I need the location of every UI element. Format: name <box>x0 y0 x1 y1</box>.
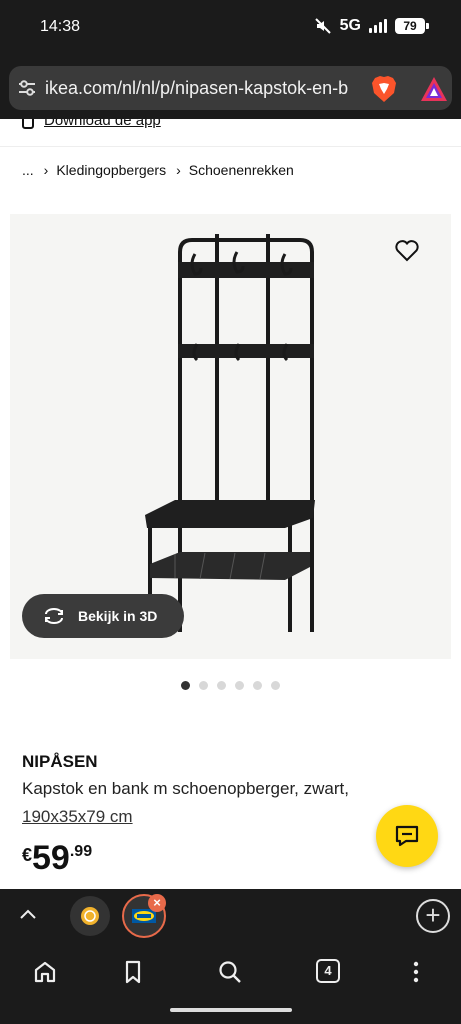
address-bar[interactable]: ikea.com/nl/nl/p/nipasen-kapstok-en-b <box>9 66 452 110</box>
view-3d-label: Bekijk in 3D <box>78 608 158 624</box>
web-page: Download de app ... › Kledingopbergers ›… <box>0 119 461 889</box>
price-currency: € <box>22 845 33 865</box>
product-name: NIPÅSEN <box>22 752 98 771</box>
price-integer: 59 <box>32 839 70 877</box>
favorite-heart-icon[interactable] <box>394 239 420 263</box>
chat-icon <box>395 825 419 847</box>
phone-icon <box>22 119 34 129</box>
coin-icon <box>81 907 99 925</box>
tab-strip: × + <box>0 889 461 944</box>
divider <box>0 146 461 147</box>
breadcrumb-more[interactable]: ... <box>22 162 34 178</box>
brave-shields-icon[interactable] <box>371 75 397 103</box>
chevron-up-icon[interactable] <box>18 906 38 922</box>
pagination-dot[interactable] <box>253 681 262 690</box>
new-tab-plus-icon[interactable]: + <box>416 899 450 933</box>
product-size-link[interactable]: 190x35x79 cm <box>22 807 133 827</box>
pagination-dot[interactable] <box>235 681 244 690</box>
tabs-count-button[interactable]: 4 <box>316 959 340 983</box>
battery-icon: 79 <box>395 18 429 34</box>
url-text[interactable]: ikea.com/nl/nl/p/nipasen-kapstok-en-b <box>45 78 361 99</box>
rotate-3d-icon <box>45 608 63 624</box>
tab-thumbnail[interactable] <box>70 896 110 936</box>
menu-dots-icon[interactable] <box>401 958 431 986</box>
pagination-dot[interactable] <box>271 681 280 690</box>
close-tab-icon[interactable]: × <box>148 894 166 912</box>
breadcrumb: ... › Kledingopbergers › Schoenenrekken <box>22 162 294 178</box>
product-description: Kapstok en bank m schoenopberger, zwart, <box>22 779 349 798</box>
view-3d-button[interactable]: Bekijk in 3D <box>22 594 184 638</box>
bookmark-icon[interactable] <box>118 958 148 986</box>
signal-icon <box>369 19 387 33</box>
product-price: €59.99 <box>22 839 92 878</box>
status-icons: 5G 79 <box>314 17 429 35</box>
download-app-link[interactable]: Download de app <box>22 119 161 129</box>
site-settings-icon[interactable] <box>17 78 37 98</box>
pagination-dot[interactable] <box>217 681 226 690</box>
brave-rewards-icon[interactable] <box>420 76 448 102</box>
status-bar: 14:38 5G 79 <box>0 0 461 56</box>
home-indicator[interactable] <box>170 1008 292 1012</box>
breadcrumb-schoenenrekken[interactable]: Schoenenrekken <box>189 162 294 178</box>
chat-button[interactable] <box>376 805 438 867</box>
pagination-dot[interactable] <box>181 681 190 690</box>
price-decimals: .99 <box>69 843 93 860</box>
breadcrumb-kledingopbergers[interactable]: Kledingopbergers <box>56 162 166 178</box>
network-type: 5G <box>339 17 361 34</box>
search-icon[interactable] <box>215 958 245 986</box>
download-app-label: Download de app <box>44 119 161 129</box>
mute-icon <box>314 18 331 34</box>
product-photo-coat-rack <box>145 234 315 632</box>
status-time: 14:38 <box>40 18 81 35</box>
chevron-right-icon: › <box>176 162 181 178</box>
home-icon[interactable] <box>30 958 60 986</box>
chevron-right-icon: › <box>43 162 49 178</box>
pagination-dot[interactable] <box>199 681 208 690</box>
bottom-toolbar: 4 <box>0 944 461 1024</box>
image-pagination <box>181 681 280 690</box>
